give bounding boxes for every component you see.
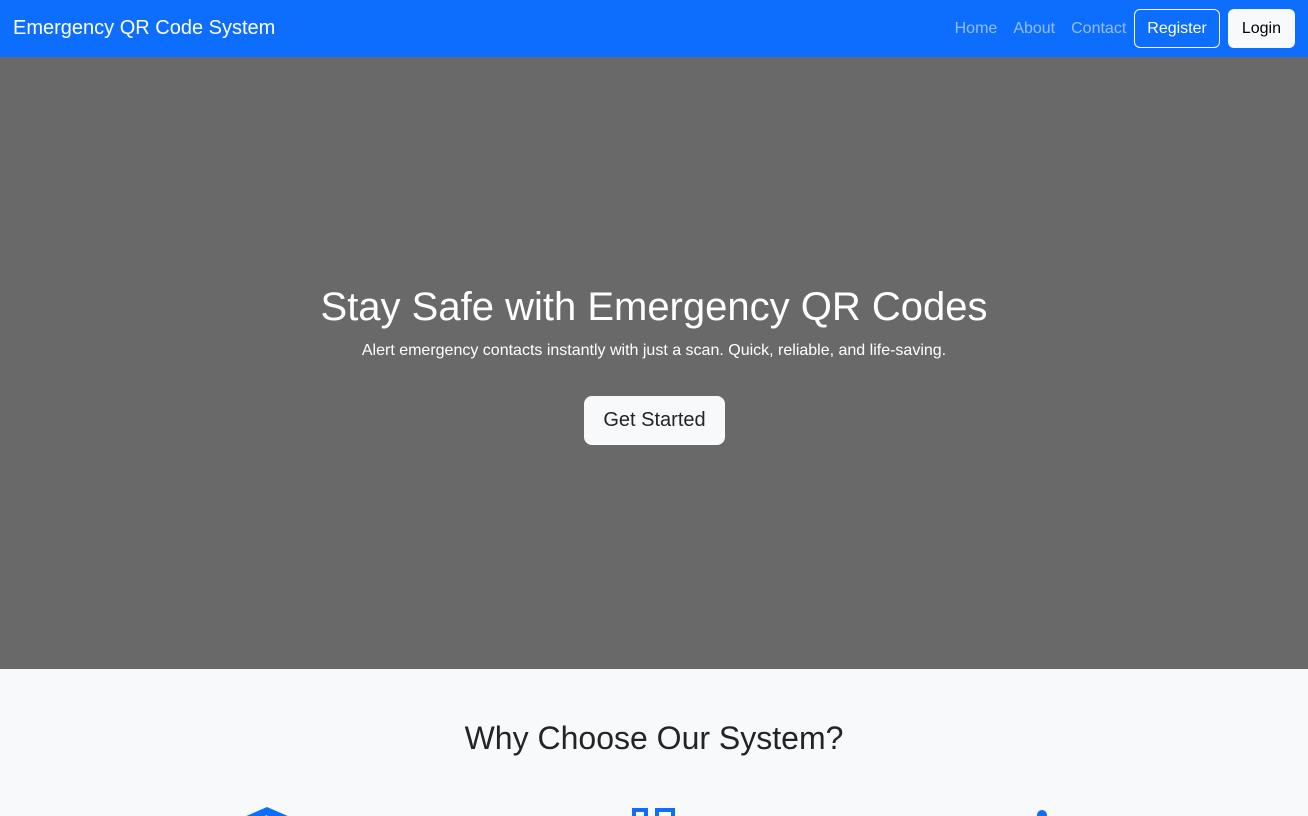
person-icon (1037, 810, 1047, 816)
page: Emergency QR Code System Home About Cont… (0, 0, 1308, 816)
navbar: Emergency QR Code System Home About Cont… (0, 0, 1308, 57)
nav-link-home[interactable]: Home (947, 20, 1006, 38)
login-button[interactable]: Login (1227, 9, 1295, 48)
nav-link-contact[interactable]: Contact (1063, 20, 1134, 38)
hero-title: Stay Safe with Emergency QR Codes (320, 285, 988, 329)
hero-subtitle: Alert emergency contacts instantly with … (361, 342, 947, 359)
brand-link[interactable]: Emergency QR Code System (13, 17, 275, 40)
qr-code-icon (632, 808, 675, 816)
nav-links: Home About Contact Register Login (947, 9, 1295, 48)
register-button[interactable]: Register (1134, 9, 1220, 48)
shield-icon (246, 807, 288, 816)
features-section: Why Choose Our System? (0, 669, 1308, 816)
hero-section: Stay Safe with Emergency QR Codes Alert … (0, 57, 1308, 669)
features-title: Why Choose Our System? (464, 720, 844, 756)
nav-link-about[interactable]: About (1005, 20, 1063, 38)
get-started-button[interactable]: Get Started (584, 396, 725, 445)
